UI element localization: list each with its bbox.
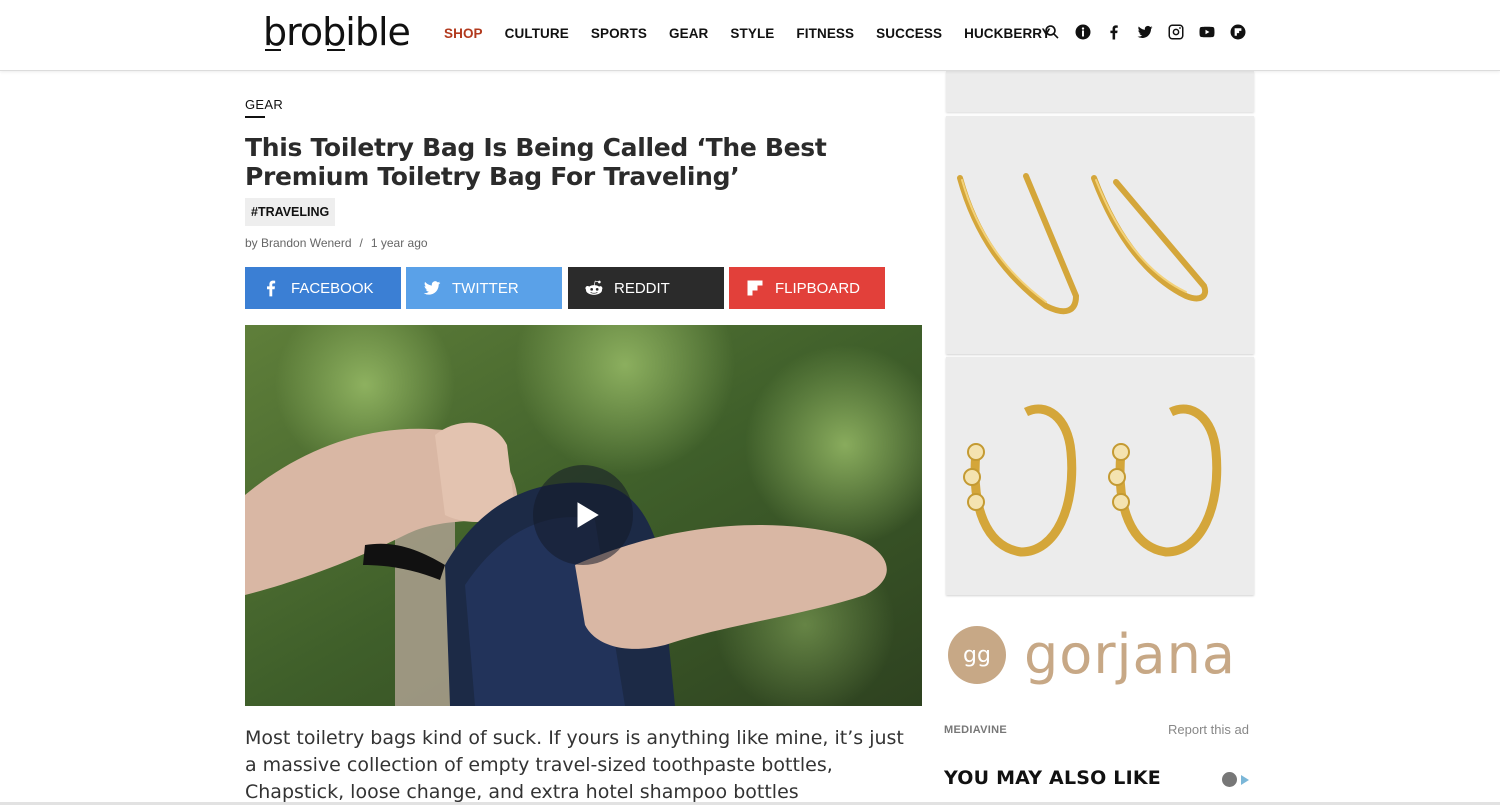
earring-climbers-image	[957, 173, 1208, 315]
site-header: brobible SHOP CULTURE SPORTS GEAR STYLE …	[0, 0, 1500, 71]
twitter-icon	[423, 281, 441, 295]
share-twitter-label: TWITTER	[452, 279, 519, 297]
logo-underline	[265, 49, 281, 51]
share-flipboard-label: FLIPBOARD	[775, 279, 861, 297]
report-ad-link[interactable]: Report this ad	[1168, 722, 1249, 737]
byline-separator: /	[359, 236, 363, 250]
site-logo[interactable]: brobible	[263, 10, 411, 54]
mediavine-label[interactable]: MEDIAVINE	[944, 724, 1007, 736]
nav-item-style[interactable]: STYLE	[730, 26, 774, 41]
article-video[interactable]	[245, 325, 922, 706]
hoop-earrings-image	[963, 404, 1222, 557]
article-body: Most toiletry bags kind of suck. If your…	[245, 727, 904, 803]
instagram-icon[interactable]	[1166, 22, 1186, 42]
category-underline	[245, 116, 265, 118]
flipboard-icon[interactable]	[1228, 22, 1248, 42]
facebook-icon	[267, 280, 276, 297]
play-icon	[577, 502, 599, 528]
article-category[interactable]: GEAR	[245, 97, 283, 112]
flipboard-icon	[747, 280, 763, 296]
publish-time: 1 year ago	[370, 236, 428, 250]
author-link[interactable]: by Brandon Wenerd	[245, 236, 352, 250]
main-nav: SHOP CULTURE SPORTS GEAR STYLE FITNESS S…	[444, 26, 1073, 41]
ad-brand[interactable]: gg gorjana	[948, 626, 1236, 684]
reddit-icon	[585, 280, 603, 295]
twitter-icon[interactable]	[1135, 22, 1155, 42]
adchoices-triangle-icon	[1241, 774, 1249, 785]
nav-item-success[interactable]: SUCCESS	[876, 26, 942, 41]
nav-item-culture[interactable]: CULTURE	[505, 26, 569, 41]
nav-item-shop[interactable]: SHOP	[444, 26, 483, 41]
logo-underline	[327, 49, 345, 51]
play-button[interactable]	[533, 465, 633, 565]
article-byline: by Brandon Wenerd / 1 year ago	[245, 236, 428, 250]
nav-item-sports[interactable]: SPORTS	[591, 26, 647, 41]
adchoices-icon[interactable]	[1222, 772, 1249, 787]
brand-monogram-logo: gg	[948, 626, 1006, 684]
ad-image-huggie-hoops[interactable]	[946, 357, 1254, 595]
article-tag[interactable]: #TRAVELING	[245, 198, 336, 226]
share-reddit-button[interactable]: REDDIT	[568, 267, 724, 309]
brand-name: gorjana	[1024, 623, 1236, 686]
adchoices-circle-icon	[1222, 772, 1237, 787]
nav-item-fitness[interactable]: FITNESS	[796, 26, 854, 41]
you-may-also-like-heading: YOU MAY ALSO LIKE	[944, 767, 1161, 789]
search-icon[interactable]	[1042, 22, 1062, 42]
share-reddit-label: REDDIT	[614, 279, 670, 297]
article-title: This Toiletry Bag Is Being Called ‘The B…	[245, 133, 827, 191]
share-flipboard-button[interactable]: FLIPBOARD	[729, 267, 885, 309]
nav-item-gear[interactable]: GEAR	[669, 26, 708, 41]
youtube-icon[interactable]	[1197, 22, 1217, 42]
facebook-icon[interactable]	[1104, 22, 1124, 42]
share-facebook-button[interactable]: FACEBOOK	[245, 267, 401, 309]
header-icons	[1042, 22, 1259, 42]
nav-item-huckberry[interactable]: HUCKBERRY	[964, 26, 1051, 41]
info-icon[interactable]	[1073, 22, 1093, 42]
ad-image-ear-climbers[interactable]	[946, 116, 1254, 354]
share-facebook-label: FACEBOOK	[291, 279, 374, 297]
ad-image-top[interactable]	[946, 71, 1254, 112]
share-twitter-button[interactable]: TWITTER	[406, 267, 562, 309]
